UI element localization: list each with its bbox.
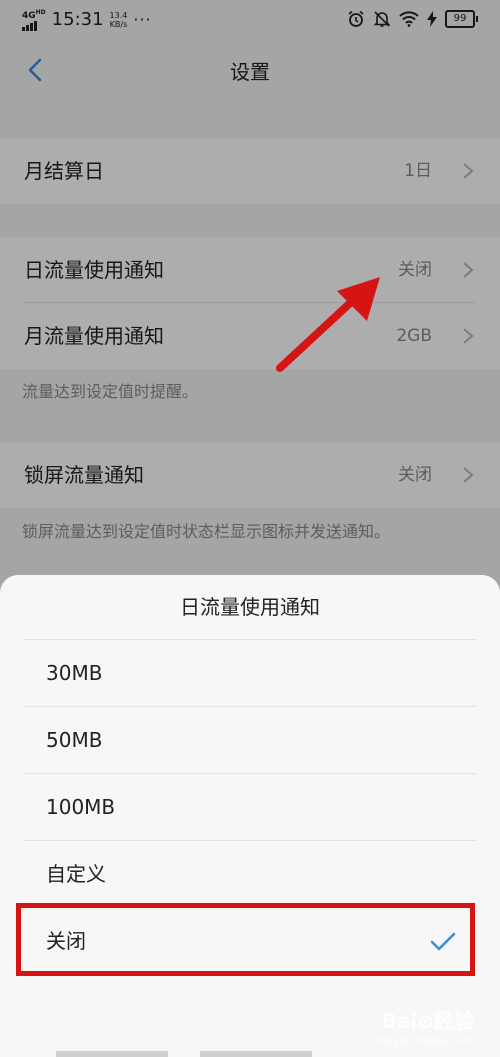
watermark-url: jingyan.baidu.com [372,1034,474,1047]
watermark-logo: Bai⊙经验 [381,1009,474,1033]
nav-hint-bar [200,1051,312,1057]
option-50mb[interactable]: 50MB [0,707,500,774]
annotation-highlight-box [16,903,475,976]
option-label: 50MB [46,728,103,752]
option-custom[interactable]: 自定义 [0,841,500,908]
option-label: 100MB [46,795,116,819]
option-100mb[interactable]: 100MB [0,774,500,841]
watermark: Bai⊙经验 jingyan.baidu.com [372,1005,474,1047]
sheet-title: 日流量使用通知 [180,595,320,619]
bottom-sheet: 日流量使用通知 30MB 50MB 100MB 自定义 关闭 [0,575,500,1057]
option-label: 30MB [46,661,103,685]
option-label: 自定义 [46,862,106,886]
nav-hint-bar [56,1051,168,1057]
option-30mb[interactable]: 30MB [0,640,500,707]
